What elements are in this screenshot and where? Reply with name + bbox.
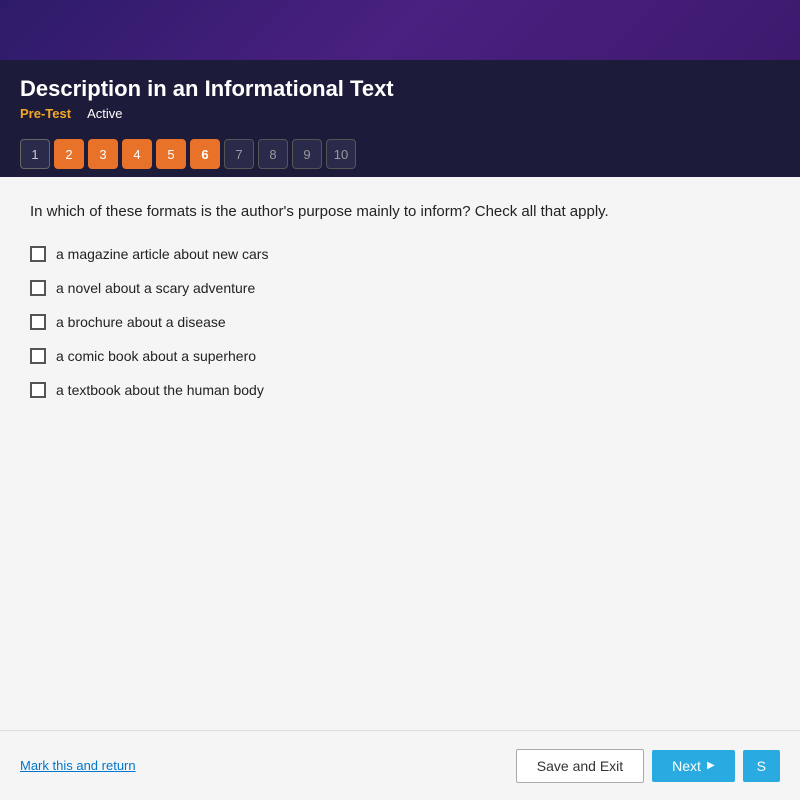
header-section: Description in an Informational Text Pre… (0, 60, 800, 131)
page-title: Description in an Informational Text (20, 72, 780, 102)
top-bar (0, 0, 800, 60)
page-4[interactable]: 4 (122, 139, 152, 169)
skip-button[interactable]: S (743, 750, 780, 782)
mark-return-link[interactable]: Mark this and return (20, 758, 136, 773)
option-label-1: a magazine article about new cars (56, 246, 268, 262)
answer-option-2[interactable]: a novel about a scary adventure (30, 280, 770, 296)
pagination-row: 1 2 3 4 5 6 7 8 9 10 (0, 131, 800, 177)
answer-option-4[interactable]: a comic book about a superhero (30, 348, 770, 364)
next-button[interactable]: Next (652, 750, 735, 782)
save-exit-button[interactable]: Save and Exit (516, 749, 644, 783)
page-3[interactable]: 3 (88, 139, 118, 169)
option-label-2: a novel about a scary adventure (56, 280, 255, 296)
checkbox-2[interactable] (30, 280, 46, 296)
option-label-5: a textbook about the human body (56, 382, 264, 398)
checkbox-3[interactable] (30, 314, 46, 330)
checkbox-4[interactable] (30, 348, 46, 364)
page-9: 9 (292, 139, 322, 169)
footer: Mark this and return Save and Exit Next … (0, 730, 800, 800)
page-6[interactable]: 6 (190, 139, 220, 169)
answer-option-5[interactable]: a textbook about the human body (30, 382, 770, 398)
main-content: In which of these formats is the author'… (0, 177, 800, 757)
page-2[interactable]: 2 (54, 139, 84, 169)
page-1[interactable]: 1 (20, 139, 50, 169)
page-10: 10 (326, 139, 356, 169)
active-label: Active (87, 106, 122, 121)
checkbox-5[interactable] (30, 382, 46, 398)
answer-option-3[interactable]: a brochure about a disease (30, 314, 770, 330)
answer-option-1[interactable]: a magazine article about new cars (30, 246, 770, 262)
page-5[interactable]: 5 (156, 139, 186, 169)
footer-buttons: Save and Exit Next S (516, 749, 780, 783)
page-8: 8 (258, 139, 288, 169)
page-7: 7 (224, 139, 254, 169)
checkbox-1[interactable] (30, 246, 46, 262)
subtitle-row: Pre-Test Active (20, 106, 780, 131)
option-label-4: a comic book about a superhero (56, 348, 256, 364)
option-label-3: a brochure about a disease (56, 314, 226, 330)
pre-test-label: Pre-Test (20, 106, 71, 121)
question-text: In which of these formats is the author'… (30, 201, 770, 224)
